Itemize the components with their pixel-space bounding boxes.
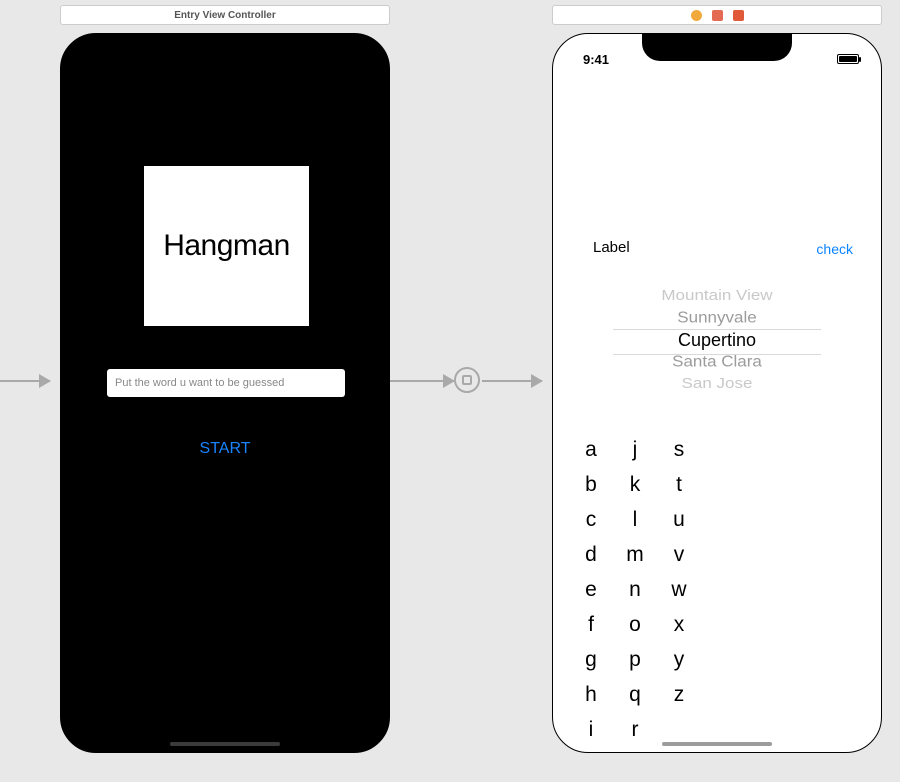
letter-v[interactable]: v (674, 537, 685, 572)
letter-l[interactable]: l (633, 502, 638, 537)
result-label: Label (593, 239, 630, 256)
letter-r[interactable]: r (632, 712, 639, 747)
check-button-label: check (816, 241, 853, 257)
segue-arrow-out (390, 380, 454, 382)
letter-w[interactable]: w (671, 572, 686, 607)
picker-option[interactable]: San Jose (682, 375, 753, 394)
home-indicator (662, 742, 772, 746)
letter-o[interactable]: o (629, 607, 641, 642)
segue-arrow-in (482, 380, 542, 382)
letter-j[interactable]: j (633, 432, 638, 467)
start-button[interactable]: START (61, 440, 389, 458)
scene-title-game (552, 5, 882, 25)
letter-g[interactable]: g (585, 642, 597, 677)
letter-f[interactable]: f (588, 607, 594, 642)
hangman-title-card: Hangman (144, 166, 309, 326)
letter-e[interactable]: e (585, 572, 597, 607)
alpha-col-3: stuvwxyz (669, 432, 689, 747)
ib-icon-module (712, 10, 723, 21)
scene-title-text: Entry View Controller (174, 10, 276, 21)
picker-divider-top (613, 329, 821, 330)
check-button[interactable]: check (816, 241, 853, 257)
letter-u[interactable]: u (673, 502, 685, 537)
initial-vc-arrow (0, 380, 50, 382)
ib-icon-outlet (691, 10, 702, 21)
device-entry-screen: Hangman Put the word u want to be guesse… (60, 33, 390, 753)
picker-option[interactable]: Sunnyvale (677, 308, 756, 328)
segue-node-icon[interactable] (454, 367, 480, 393)
scene-title-entry: Entry View Controller (60, 5, 390, 25)
word-input-placeholder: Put the word u want to be guessed (115, 377, 284, 389)
letter-b[interactable]: b (585, 467, 597, 502)
letter-h[interactable]: h (585, 677, 597, 712)
device-game-screen: 9:41 Label check Mountain View Sunnyvale… (552, 33, 882, 753)
ib-toolbar-icons (691, 10, 744, 21)
alphabet-grid: abcdefghi jklmnopqr stuvwxyz (581, 432, 689, 747)
start-button-label: START (200, 440, 251, 457)
letter-i[interactable]: i (589, 712, 594, 747)
picker-option[interactable]: Santa Clara (672, 352, 762, 372)
alpha-col-1: abcdefghi (581, 432, 601, 747)
letter-p[interactable]: p (629, 642, 641, 677)
battery-icon (837, 54, 859, 64)
letter-d[interactable]: d (585, 537, 597, 572)
letter-s[interactable]: s (674, 432, 685, 467)
status-time: 9:41 (583, 52, 609, 67)
ib-icon-exit (733, 10, 744, 21)
letter-x[interactable]: x (674, 607, 685, 642)
home-indicator (170, 742, 280, 746)
notch (642, 33, 792, 61)
picker-option[interactable]: Mountain View (661, 287, 772, 306)
letter-t[interactable]: t (676, 467, 682, 502)
letter-c[interactable]: c (586, 502, 597, 537)
city-picker[interactable]: Mountain View Sunnyvale Cupertino Santa … (553, 279, 881, 399)
letter-m[interactable]: m (626, 537, 644, 572)
letter-n[interactable]: n (629, 572, 641, 607)
letter-k[interactable]: k (630, 467, 641, 502)
letter-a[interactable]: a (585, 432, 597, 467)
picker-selected[interactable]: Cupertino (678, 329, 756, 351)
word-input[interactable]: Put the word u want to be guessed (107, 369, 345, 397)
alpha-col-2: jklmnopqr (625, 432, 645, 747)
letter-q[interactable]: q (629, 677, 641, 712)
letter-z[interactable]: z (674, 677, 685, 712)
hangman-title: Hangman (163, 229, 290, 263)
letter-y[interactable]: y (674, 642, 685, 677)
